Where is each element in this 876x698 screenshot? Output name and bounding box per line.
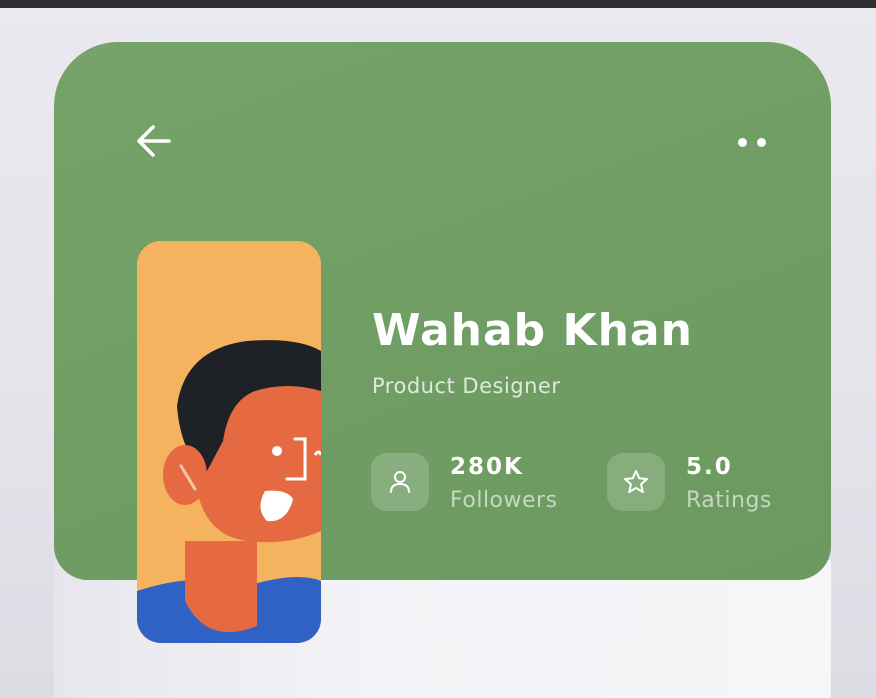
window-top-bar	[0, 0, 876, 8]
followers-count: 280K	[450, 454, 524, 480]
followers-label: Followers	[450, 488, 558, 513]
more-dots-icon	[757, 137, 766, 147]
followers-stat-icon-box	[371, 453, 429, 511]
user-icon	[390, 471, 410, 493]
ratings-value: 5.0	[686, 454, 733, 480]
star-icon	[624, 470, 648, 493]
avatar	[137, 241, 321, 643]
arrow-left-icon	[137, 125, 171, 157]
more-options-button[interactable]	[722, 122, 782, 162]
back-button[interactable]	[126, 116, 182, 166]
ratings-label: Ratings	[686, 488, 772, 513]
profile-name: Wahab Khan	[372, 305, 693, 356]
ratings-stat-icon-box	[607, 453, 665, 511]
avatar-illustration	[137, 241, 321, 643]
profile-role: Product Designer	[372, 374, 561, 398]
more-dots-icon	[738, 137, 747, 147]
